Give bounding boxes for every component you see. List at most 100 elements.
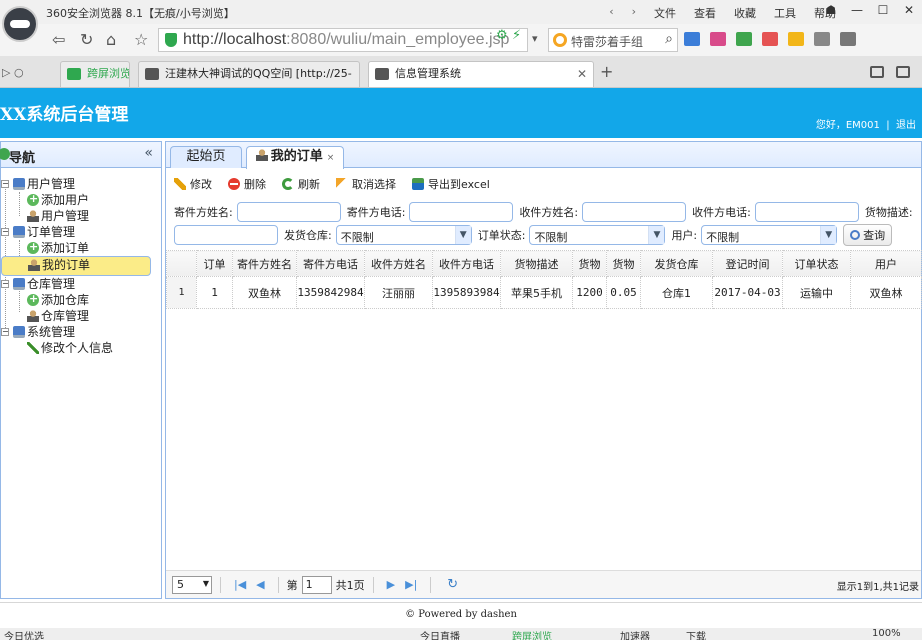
skin-icon[interactable]: ☗ bbox=[818, 0, 844, 20]
page-settings-icon[interactable]: ⚙ bbox=[496, 28, 508, 43]
browser-tab-qzone[interactable]: 汪建林大神调试的QQ空间 [http://25- bbox=[138, 61, 360, 87]
maximize-button[interactable]: ☐ bbox=[870, 0, 896, 20]
collapse-icon[interactable]: − bbox=[1, 228, 9, 236]
nav-tree: − 用户管理 添加用户 用户管理 − 订单管理 添加订单 我的订单 − bbox=[1, 168, 161, 356]
status-select[interactable]: 不限制 ▼ bbox=[529, 225, 666, 245]
screenshot-icon[interactable] bbox=[814, 32, 830, 46]
first-page-icon[interactable]: |◀ bbox=[234, 578, 246, 591]
status-live[interactable]: 今日直播 bbox=[420, 628, 460, 640]
new-tab-icon[interactable]: + bbox=[600, 62, 613, 81]
tab-list-icon[interactable] bbox=[896, 66, 910, 78]
sidebar-item-add-user[interactable]: 添加用户 bbox=[1, 191, 161, 208]
menu-forward-icon[interactable]: › bbox=[632, 5, 636, 21]
menu-view[interactable]: 查看 bbox=[694, 5, 716, 21]
apps-icon[interactable] bbox=[684, 32, 700, 46]
search-icon bbox=[850, 230, 861, 240]
more-icon[interactable] bbox=[840, 32, 856, 46]
column-header[interactable]: 收件方电话 bbox=[432, 250, 501, 277]
next-page-icon[interactable]: ▶ bbox=[387, 578, 395, 591]
column-header[interactable]: 收件方姓名 bbox=[364, 250, 433, 277]
sidebar-item-my-orders[interactable]: 我的订单 bbox=[1, 256, 151, 276]
menu-favorites[interactable]: 收藏 bbox=[734, 5, 756, 21]
url-dropdown-icon[interactable]: ▾ bbox=[532, 32, 538, 45]
sidebar-item-add-warehouse[interactable]: 添加仓库 bbox=[1, 291, 161, 308]
column-header[interactable]: 订单 bbox=[196, 250, 233, 277]
sender-phone-input[interactable] bbox=[409, 202, 514, 222]
close-window-button[interactable]: ✕ bbox=[896, 0, 922, 20]
goods-desc-input[interactable] bbox=[174, 225, 278, 245]
tree-group-warehouse[interactable]: − 仓库管理 bbox=[1, 276, 161, 292]
tree-group-system[interactable]: − 系统管理 bbox=[1, 324, 161, 340]
sidebar-toggle-icon[interactable]: ▷ ○ bbox=[2, 66, 24, 79]
tree-group-users[interactable]: − 用户管理 bbox=[1, 176, 161, 192]
url-input[interactable]: http://localhost:8080/wuliu/main_employe… bbox=[158, 28, 528, 52]
home-icon[interactable]: ⌂ bbox=[106, 30, 116, 49]
collapse-icon[interactable]: − bbox=[1, 280, 9, 288]
guard-icon[interactable] bbox=[736, 32, 752, 46]
tab-home[interactable]: 起始页 bbox=[170, 146, 242, 168]
tree-group-orders[interactable]: − 订单管理 bbox=[1, 224, 161, 240]
column-header[interactable]: 用户 bbox=[850, 250, 922, 277]
menu-back-icon[interactable]: ‹ bbox=[609, 5, 613, 21]
column-header[interactable]: 登记时间 bbox=[712, 250, 783, 277]
status-crossscreen[interactable]: 跨屏浏览 bbox=[512, 628, 552, 640]
menu-file[interactable]: 文件 bbox=[654, 5, 676, 21]
restore-tab-icon[interactable] bbox=[870, 66, 884, 78]
column-header[interactable]: 订单状态 bbox=[782, 250, 851, 277]
reload-icon[interactable]: ↻ bbox=[80, 30, 93, 49]
browser-tab-crossscreen[interactable]: 跨屏浏览 bbox=[60, 61, 130, 87]
status-today-picks[interactable]: 今日优选 bbox=[4, 628, 44, 640]
last-page-icon[interactable]: ▶| bbox=[405, 578, 417, 591]
edit-button[interactable]: 修改 bbox=[174, 176, 212, 192]
table-row[interactable]: 1 1 双鱼林 1359842984 汪丽丽 1395893984 苹果5手机 … bbox=[166, 276, 922, 309]
collapse-icon[interactable]: − bbox=[1, 328, 9, 336]
minimize-button[interactable]: — bbox=[844, 0, 870, 20]
column-header[interactable]: 寄件方电话 bbox=[296, 250, 365, 277]
collapse-sidebar-icon[interactable]: « bbox=[144, 145, 153, 161]
cancel-selection-button[interactable]: 取消选择 bbox=[336, 176, 396, 192]
query-button[interactable]: 查询 bbox=[843, 224, 893, 246]
column-header[interactable]: 寄件方姓名 bbox=[232, 250, 297, 277]
menu-tools[interactable]: 工具 bbox=[774, 5, 796, 21]
add-circle-icon bbox=[27, 291, 39, 307]
warehouse-select[interactable]: 不限制 ▼ bbox=[335, 225, 472, 245]
sidebar-item-user-manage[interactable]: 用户管理 bbox=[1, 208, 161, 224]
back-arrow-icon[interactable]: ⇦ bbox=[52, 30, 65, 49]
search-input[interactable]: 特雷莎着手组 ⌕ bbox=[548, 28, 678, 52]
close-tab-icon[interactable]: ✕ bbox=[577, 62, 587, 86]
extension-icon[interactable] bbox=[788, 32, 804, 46]
user-select[interactable]: 不限制 ▼ bbox=[701, 225, 838, 245]
mail-icon[interactable] bbox=[710, 32, 726, 46]
sidebar-item-warehouse-manage[interactable]: 仓库管理 bbox=[1, 308, 161, 324]
prev-page-icon[interactable]: ◀ bbox=[256, 578, 264, 591]
tab-my-orders[interactable]: 我的订单 × bbox=[246, 146, 344, 169]
column-header[interactable]: 货物 bbox=[572, 250, 607, 277]
zoom-level[interactable]: 100% bbox=[872, 628, 901, 639]
page-number-input[interactable]: 1 bbox=[301, 575, 332, 594]
collapse-icon[interactable]: − bbox=[1, 180, 9, 188]
export-excel-button[interactable]: 导出到excel bbox=[412, 176, 490, 192]
column-header[interactable]: 发货仓库 bbox=[640, 250, 713, 277]
close-tab-icon[interactable]: × bbox=[327, 153, 335, 163]
logout-link[interactable]: 退出 bbox=[896, 120, 916, 131]
sender-name-input[interactable] bbox=[236, 202, 341, 222]
status-accelerator[interactable]: 加速器 bbox=[620, 628, 650, 640]
pager-refresh-icon[interactable]: ↻ bbox=[447, 577, 458, 592]
sidebar-item-add-order[interactable]: 添加订单 bbox=[1, 239, 161, 256]
speed-icon[interactable]: ⚡ bbox=[512, 28, 521, 43]
receiver-name-input[interactable] bbox=[582, 202, 687, 222]
column-header[interactable]: 货物 bbox=[606, 250, 641, 277]
page-size-select[interactable]: 5 ▼ bbox=[172, 575, 212, 594]
browser-tab-system[interactable]: 信息管理系统 ✕ bbox=[368, 61, 594, 87]
status-download[interactable]: 下载 bbox=[686, 628, 706, 640]
status-label: 订单状态: bbox=[477, 229, 526, 242]
column-header[interactable]: 货物描述 bbox=[500, 250, 573, 277]
sidebar-item-edit-profile[interactable]: 修改个人信息 bbox=[1, 340, 161, 356]
delete-button[interactable]: 删除 bbox=[228, 176, 266, 192]
refresh-button[interactable]: 刷新 bbox=[282, 176, 320, 192]
adblock-icon[interactable] bbox=[762, 32, 778, 46]
search-icon[interactable]: ⌕ bbox=[665, 31, 673, 47]
receiver-phone-input[interactable] bbox=[754, 202, 859, 222]
star-icon[interactable]: ☆ bbox=[134, 30, 148, 49]
add-circle-icon bbox=[27, 191, 39, 207]
